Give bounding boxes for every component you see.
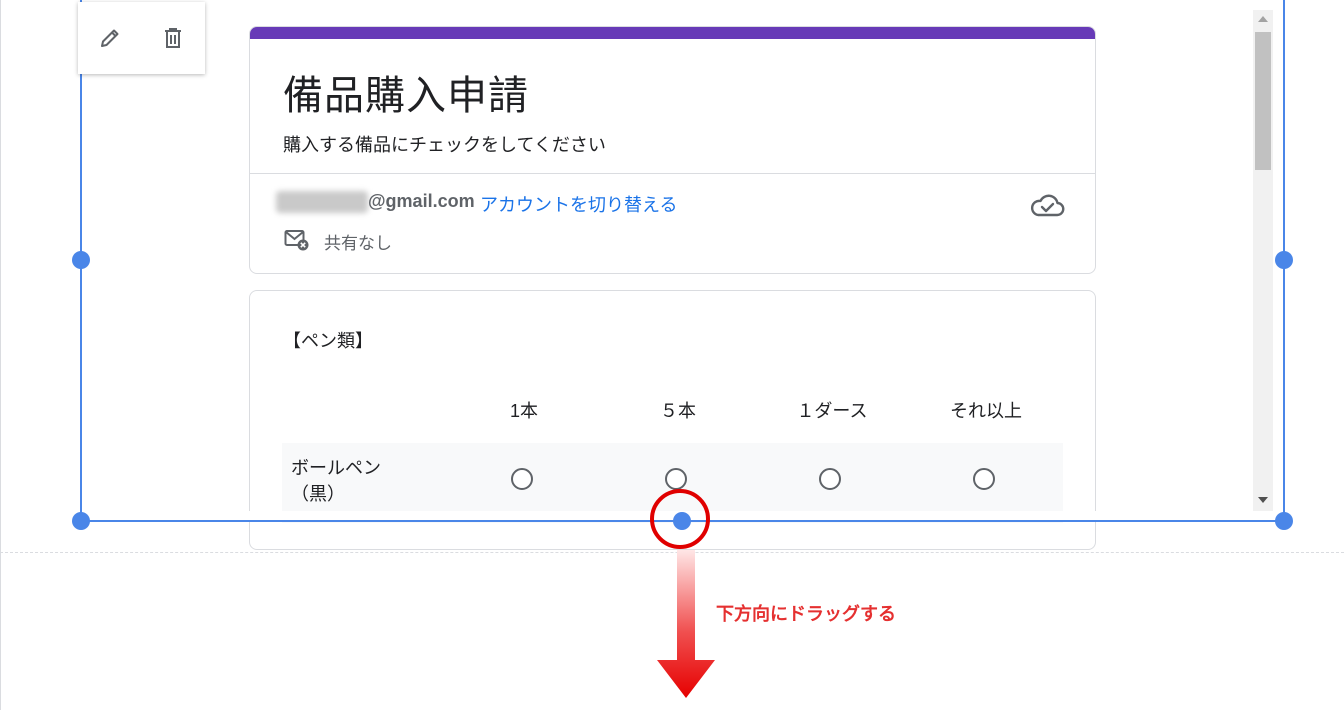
vertical-scrollbar[interactable] — [1253, 10, 1273, 511]
resize-handle-bottom-left[interactable] — [72, 512, 90, 530]
trash-icon — [165, 28, 182, 48]
down-arrow-icon — [657, 550, 715, 698]
question-title: 【ペン類】 — [283, 331, 373, 351]
email-domain: @gmail.com — [368, 191, 475, 211]
column-header: 1本 — [509, 401, 538, 421]
header-accent-bar — [250, 27, 1095, 39]
row-label-line1: ボールペン — [291, 458, 381, 478]
radio-option[interactable] — [665, 468, 687, 490]
radio-option[interactable] — [511, 468, 533, 490]
column-header: それ以上 — [950, 401, 1022, 421]
page-border — [0, 0, 1, 710]
form-title: 備品購入申請 — [283, 74, 529, 118]
mail-off-icon — [284, 230, 309, 251]
email-username-blurred — [276, 191, 368, 213]
column-header: １ダース — [796, 401, 868, 421]
scroll-down-arrow-icon[interactable] — [1258, 497, 1268, 503]
delete-button[interactable] — [157, 22, 189, 54]
scroll-up-arrow-icon[interactable] — [1258, 16, 1268, 22]
scroll-thumb[interactable] — [1255, 32, 1271, 170]
share-status: 共有なし — [324, 234, 392, 253]
form-header-card: 備品購入申請 購入する備品にチェックをしてください @gmail.com アカウ… — [249, 26, 1096, 274]
drag-instruction-text: 下方向にドラッグする — [716, 604, 896, 624]
resize-handle-left[interactable] — [72, 251, 90, 269]
form-description: 購入する備品にチェックをしてください — [283, 135, 606, 155]
header-divider — [250, 173, 1095, 174]
column-header: ５本 — [660, 401, 696, 421]
resize-handle-bottom-right[interactable] — [1275, 512, 1293, 530]
pencil-icon — [100, 29, 119, 47]
radio-option[interactable] — [973, 468, 995, 490]
resize-handle-right[interactable] — [1275, 251, 1293, 269]
switch-account-link[interactable]: アカウントを切り替える — [480, 191, 677, 217]
cloud-saved-icon — [1030, 194, 1065, 217]
row-label: ボールペン （黒） — [291, 455, 381, 507]
highlight-circle — [650, 489, 710, 549]
edit-button[interactable] — [94, 22, 126, 54]
radio-option[interactable] — [819, 468, 841, 490]
row-label-line2: （黒） — [291, 484, 345, 504]
floating-toolbar — [78, 2, 205, 74]
